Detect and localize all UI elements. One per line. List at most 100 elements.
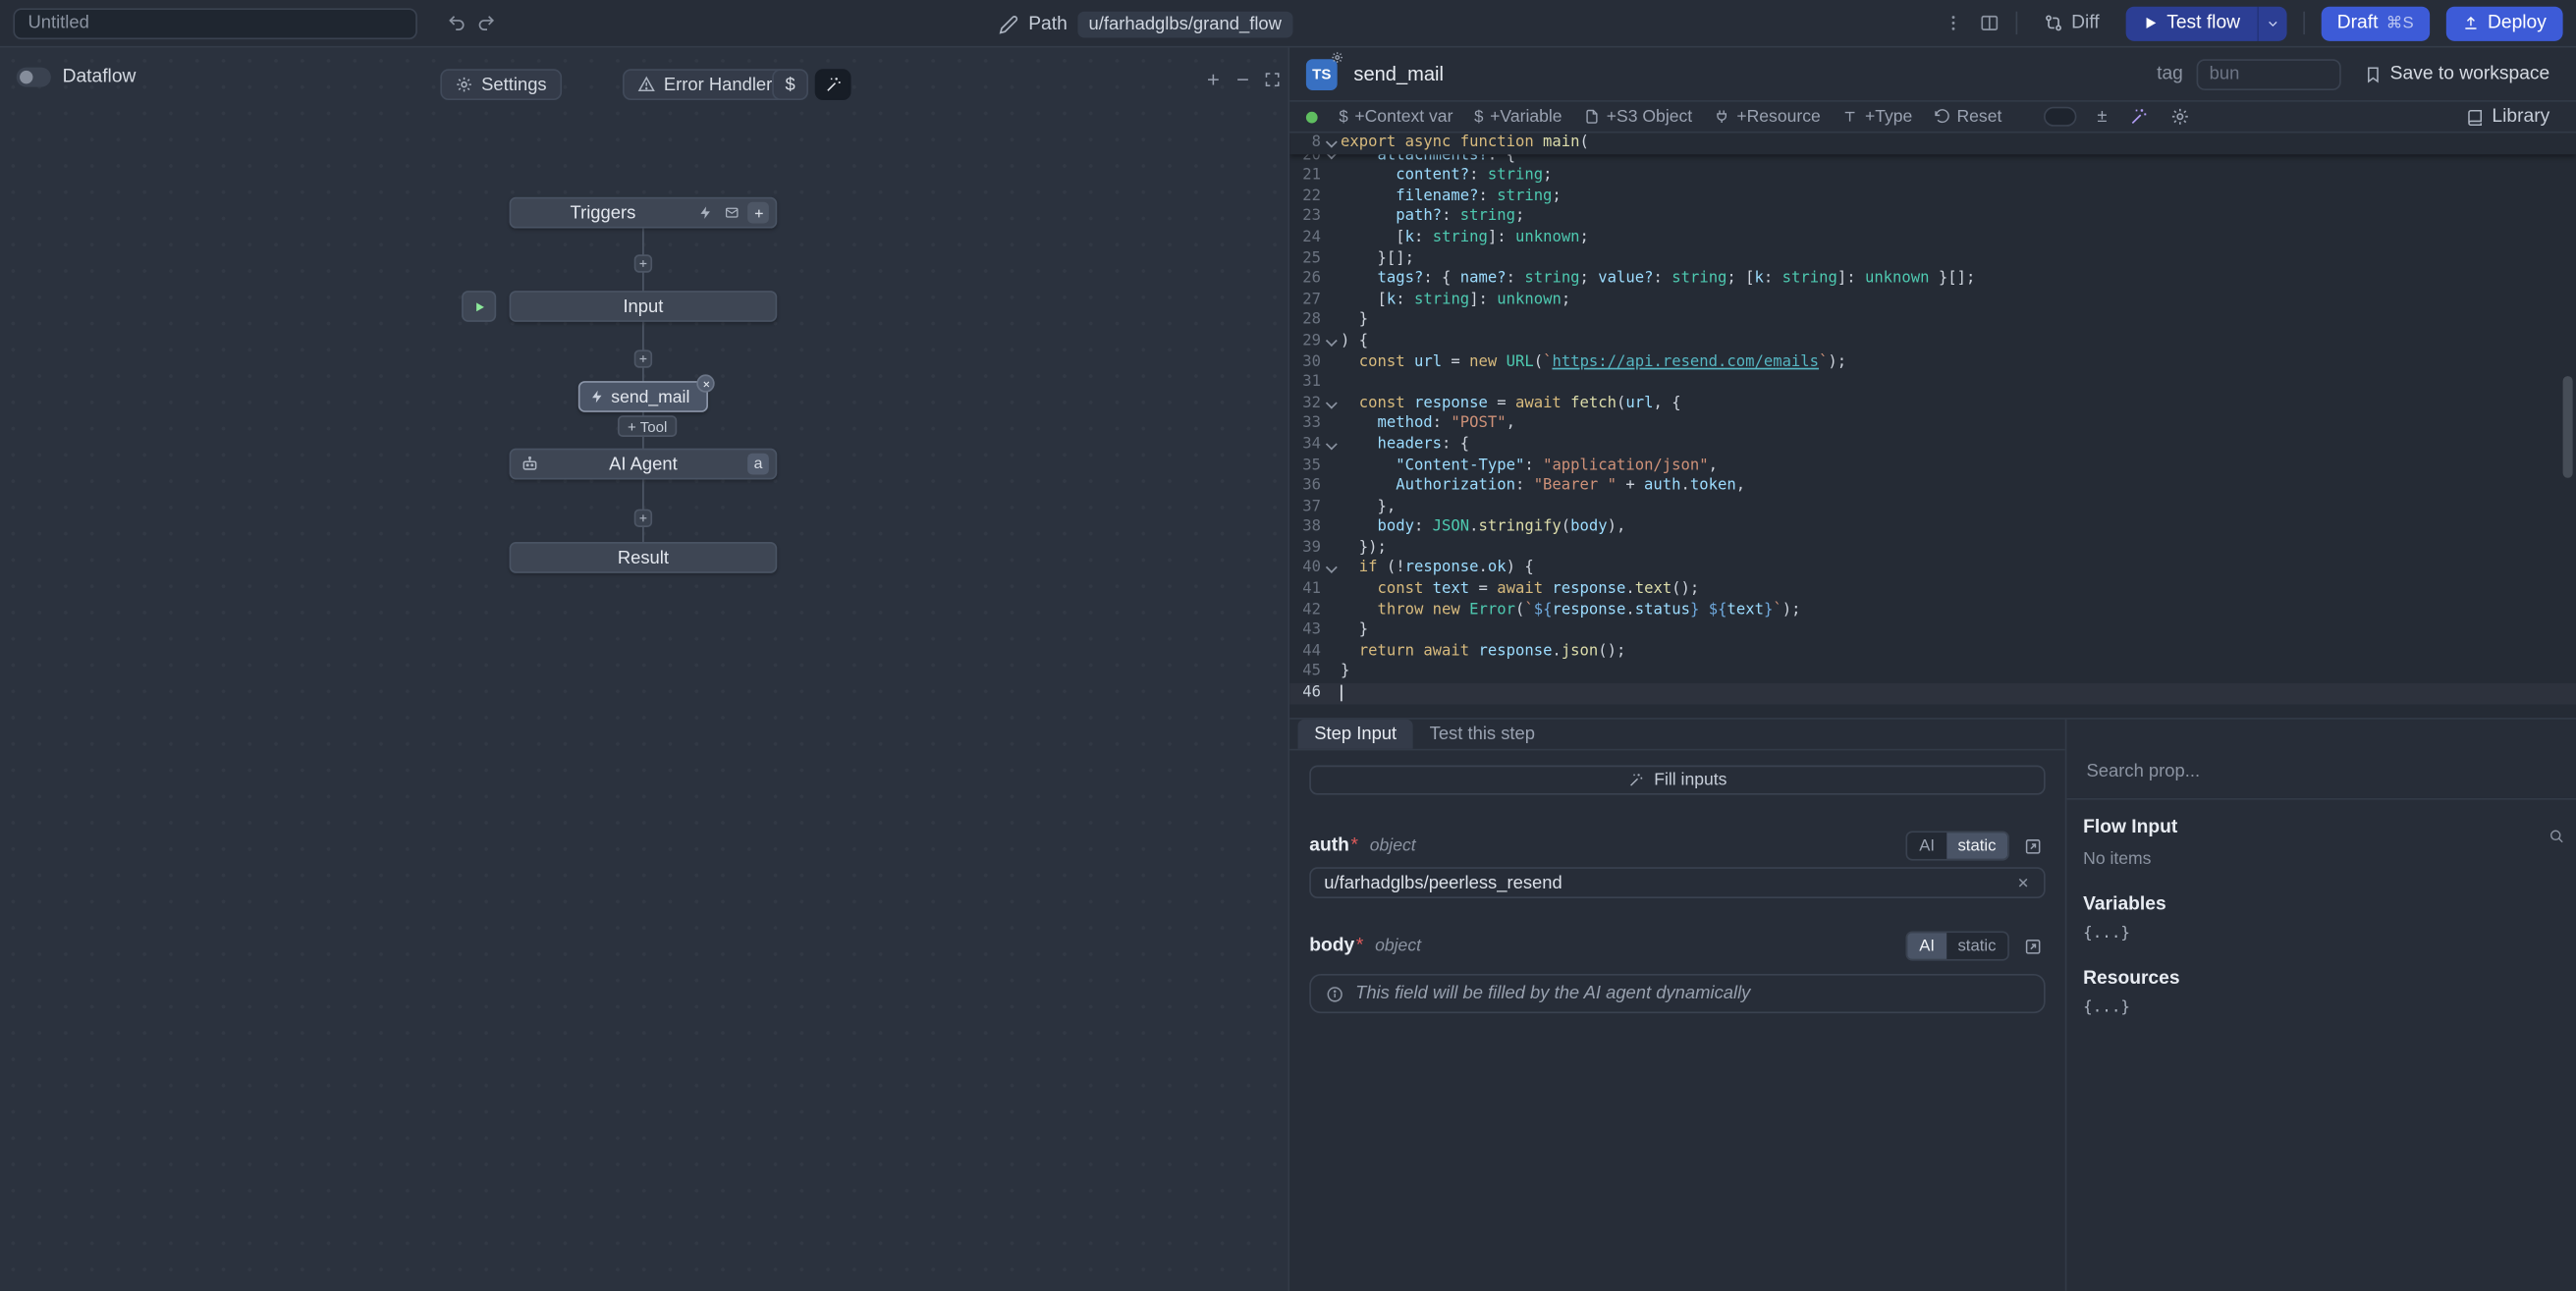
save-to-workspace-button[interactable]: Save to workspace [2354, 63, 2559, 85]
library-button[interactable]: Library [2456, 105, 2560, 128]
code-line[interactable]: 36 Authorization: "Bearer " + auth.token… [1289, 476, 2576, 497]
code-line[interactable]: 41 const text = await response.text(); [1289, 580, 2576, 601]
diff-button[interactable]: Diff [2034, 12, 2110, 34]
ai-assistant-box[interactable] [2043, 107, 2075, 127]
auth-static-option[interactable]: static [1946, 833, 2007, 859]
tab-test-this-step[interactable]: Test this step [1413, 720, 1552, 749]
run-input-button[interactable] [462, 291, 496, 322]
resources-value[interactable]: {...} [2083, 998, 2559, 1016]
expand-field-icon[interactable] [2019, 933, 2046, 959]
code-line[interactable]: 42 throw new Error(`${response.status} $… [1289, 601, 2576, 621]
zoom-in-icon[interactable] [1204, 71, 1222, 88]
code-line[interactable]: 46 [1289, 683, 2576, 704]
tag-input[interactable] [2196, 58, 2340, 89]
split-panel-icon[interactable] [1979, 13, 1999, 32]
gear-icon[interactable] [2169, 107, 2189, 127]
code-line[interactable]: 21 content?: string; [1289, 166, 2576, 187]
webhook-icon[interactable] [695, 202, 717, 224]
search-prop-input[interactable] [2083, 761, 2566, 783]
node-input[interactable]: Input [510, 291, 778, 322]
code-line[interactable]: 44 return await response.json(); [1289, 642, 2576, 663]
code-line[interactable]: 38 body: JSON.stringify(body), [1289, 517, 2576, 538]
add-trigger-button[interactable] [747, 202, 769, 224]
insert-step-button[interactable] [634, 350, 652, 367]
add-context-var-button[interactable]: $ +Context var [1339, 107, 1452, 127]
test-flow-dropdown-button[interactable] [2257, 6, 2286, 40]
kebab-menu-icon[interactable] [1944, 13, 1963, 32]
add-variable-button[interactable]: $ +Variable [1474, 107, 1562, 127]
fold-chevron-icon[interactable] [1321, 332, 1341, 352]
fill-inputs-button[interactable]: Fill inputs [1309, 766, 2045, 795]
code-line[interactable]: 31 [1289, 373, 2576, 394]
code-line[interactable]: 23 path?: string; [1289, 207, 2576, 228]
code-line[interactable]: 30 const url = new URL(`https://api.rese… [1289, 352, 2576, 373]
flow-canvas[interactable]: Dataflow Settings Error Handler $ Trigge… [0, 48, 1289, 1291]
ai-flow-builder-button[interactable] [815, 69, 851, 100]
expand-field-icon[interactable] [2019, 833, 2046, 859]
code-line[interactable]: 37 }, [1289, 497, 2576, 517]
code-line[interactable]: 25 }[]; [1289, 249, 2576, 270]
fold-chevron-icon[interactable] [1321, 394, 1341, 414]
editor-scrollbar[interactable] [2563, 376, 2573, 478]
currency-button[interactable]: $ [772, 69, 808, 100]
gear-icon[interactable] [1331, 50, 1343, 63]
body-static-option[interactable]: static [1946, 933, 2007, 959]
wand-icon[interactable] [2128, 107, 2148, 127]
code-line[interactable]: 33 method: "POST", [1289, 414, 2576, 435]
code-line[interactable]: 40 if (!response.ok) { [1289, 560, 2576, 580]
draft-button[interactable]: Draft ⌘S [2321, 6, 2430, 40]
code-line[interactable]: 22 filename?: string; [1289, 187, 2576, 207]
fit-view-icon[interactable] [1263, 71, 1281, 88]
code-line[interactable]: 43 } [1289, 621, 2576, 642]
ai-agent-badge[interactable]: a [747, 454, 769, 475]
code-line[interactable]: 35 "Content-Type": "application/json", [1289, 456, 2576, 476]
code-line[interactable]: 29) { [1289, 332, 2576, 352]
add-resource-button[interactable]: +Resource [1714, 107, 1821, 127]
zoom-out-icon[interactable] [1233, 71, 1251, 88]
auth-resource-input[interactable]: u/farhadglbs/peerless_resend [1309, 867, 2045, 898]
code-line[interactable]: 34 headers: { [1289, 435, 2576, 456]
undo-icon[interactable] [447, 13, 466, 32]
reset-button[interactable]: Reset [1934, 107, 2001, 127]
node-ai-agent[interactable]: AI Agent a [510, 449, 778, 480]
code-line[interactable]: 20 attachments?: { [1289, 154, 2576, 167]
code-line[interactable]: 39 }); [1289, 538, 2576, 559]
node-triggers[interactable]: Triggers [510, 197, 778, 229]
email-trigger-icon[interactable] [721, 202, 742, 224]
redo-icon[interactable] [476, 13, 496, 32]
test-flow-button[interactable]: Test flow [2125, 6, 2256, 40]
fold-chevron-icon[interactable] [1321, 133, 1341, 153]
add-s3-object-button[interactable]: +S3 Object [1583, 107, 1692, 127]
path-value[interactable]: u/farhadglbs/grand_flow [1077, 11, 1293, 37]
pencil-icon[interactable] [999, 14, 1018, 33]
insert-step-button[interactable] [634, 254, 652, 272]
fold-chevron-icon[interactable] [1321, 154, 1341, 167]
deploy-button[interactable]: Deploy [2446, 6, 2562, 40]
code-editor[interactable]: 8export async function main( 20 attachme… [1289, 133, 2576, 718]
code-line[interactable]: 27 [k: string]: unknown; [1289, 291, 2576, 311]
node-result[interactable]: Result [510, 542, 778, 573]
clear-icon[interactable] [2016, 876, 2031, 890]
fold-chevron-icon[interactable] [1321, 435, 1341, 456]
code-line[interactable]: 26 tags?: { name?: string; value?: strin… [1289, 270, 2576, 291]
code-line[interactable]: 28 } [1289, 311, 2576, 332]
auth-ai-option[interactable]: AI [1907, 833, 1946, 859]
fold-chevron-icon[interactable] [1321, 560, 1341, 580]
code-line[interactable]: 32 const response = await fetch(url, { [1289, 394, 2576, 414]
add-type-button[interactable]: +Type [1842, 107, 1913, 127]
plus-minus-icon[interactable]: ± [2097, 107, 2107, 127]
body-ai-option[interactable]: AI [1907, 933, 1946, 959]
add-tool-button[interactable]: + Tool [618, 415, 677, 437]
remove-step-button[interactable] [696, 374, 714, 392]
node-send-mail[interactable]: send_mail [578, 381, 708, 412]
search-icon[interactable] [2549, 828, 2565, 844]
script-name-input[interactable] [1350, 61, 2144, 87]
code-line[interactable]: 8export async function main( [1289, 133, 2576, 153]
dataflow-toggle[interactable] [17, 68, 51, 87]
flow-title-input[interactable] [13, 8, 417, 39]
code-line[interactable]: 45} [1289, 663, 2576, 683]
tab-step-input[interactable]: Step Input [1298, 720, 1413, 749]
error-handler-button[interactable]: Error Handler [623, 69, 787, 100]
code-line[interactable]: 24 [k: string]: unknown; [1289, 228, 2576, 248]
insert-step-button[interactable] [634, 510, 652, 527]
